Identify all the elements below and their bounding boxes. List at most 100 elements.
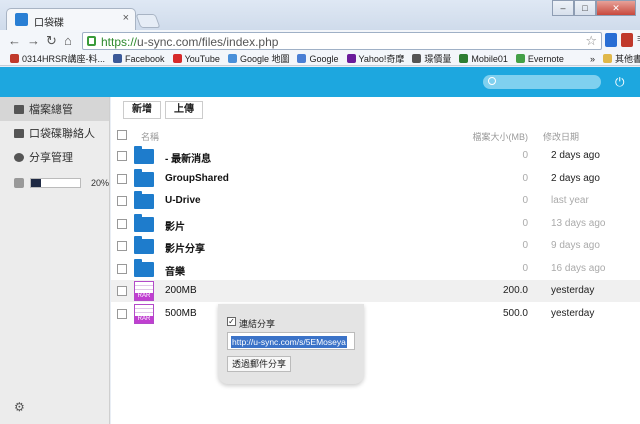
storage-usage-fill xyxy=(30,179,41,187)
extension-icon[interactable] xyxy=(621,33,633,47)
new-button[interactable]: 新增 xyxy=(123,101,161,119)
column-header-date[interactable]: 修改日期 xyxy=(543,130,579,143)
link-share-checkbox[interactable]: ✓ xyxy=(227,317,236,326)
sidebar-item-label: 分享管理 xyxy=(29,152,73,164)
extension-icons: ≡ xyxy=(605,33,640,47)
share-gear-icon xyxy=(14,152,24,162)
sidebar-item-share-management[interactable]: 分享管理 xyxy=(0,145,109,169)
file-name[interactable]: 200MB xyxy=(165,285,197,296)
sidebar-item-contacts[interactable]: 口袋碟聯絡人 xyxy=(0,121,109,145)
table-row[interactable]: 200MB 200.0 yesterday xyxy=(111,280,640,302)
bookmark-star-icon[interactable]: ☆ xyxy=(585,33,597,49)
tab-close-icon[interactable]: × xyxy=(123,12,129,24)
folder-icon xyxy=(602,54,612,63)
file-name[interactable]: - 最新消息 xyxy=(165,150,211,165)
back-icon[interactable]: ← xyxy=(8,33,21,48)
reload-icon[interactable]: ↻ xyxy=(46,33,57,49)
gear-icon[interactable]: ⚙ xyxy=(14,400,25,414)
bookmark-item[interactable]: 0314HRSR講座-料... xyxy=(10,52,105,65)
file-size: 500.0 xyxy=(502,308,528,319)
file-date: 2 days ago xyxy=(551,150,600,161)
row-checkbox[interactable] xyxy=(117,196,127,206)
document-icon xyxy=(412,54,422,63)
folder-icon xyxy=(134,169,154,187)
table-row[interactable]: - 最新消息 0 2 days ago xyxy=(111,145,640,167)
app-header: ⏻ xyxy=(0,67,640,97)
home-browser-icon[interactable]: ⌂ xyxy=(64,33,72,48)
home-icon xyxy=(14,104,24,114)
logout-power-icon[interactable]: ⏻ xyxy=(615,75,625,90)
address-bar[interactable]: https://u-sync.com/files/index.php ☆ xyxy=(82,32,602,50)
folder-icon xyxy=(134,191,154,209)
table-row[interactable]: GroupShared 0 2 days ago xyxy=(111,168,640,190)
file-name[interactable]: 影片 xyxy=(165,218,185,233)
file-name[interactable]: GroupShared xyxy=(165,173,229,184)
close-window-button[interactable]: ✕ xyxy=(596,0,636,16)
yahoo-icon xyxy=(346,54,356,63)
row-checkbox[interactable] xyxy=(117,264,127,274)
table-row[interactable]: 影片 0 13 days ago xyxy=(111,213,640,235)
bookmark-item[interactable]: Mobile01 xyxy=(459,54,508,64)
file-name[interactable]: U-Drive xyxy=(165,195,201,206)
select-all-checkbox[interactable] xyxy=(117,130,127,140)
bookmark-item[interactable]: Google 地圖 xyxy=(227,52,289,65)
file-name[interactable]: 500MB xyxy=(165,308,197,319)
bookmark-item[interactable]: Google xyxy=(297,54,339,64)
file-date: last year xyxy=(551,195,589,206)
bookmark-item[interactable]: Facebook xyxy=(113,54,165,64)
folder-icon xyxy=(134,259,154,277)
bookmark-item[interactable]: Yahoo!奇摩 xyxy=(346,52,404,65)
other-bookmarks[interactable]: 其他書籤 xyxy=(602,52,640,65)
table-row[interactable]: 500MB 500.0 yesterday xyxy=(111,303,640,325)
column-header-name[interactable]: 名稱 xyxy=(141,130,159,143)
minimize-button[interactable]: – xyxy=(552,0,574,16)
file-size: 0 xyxy=(522,173,528,184)
url-text[interactable]: https://u-sync.com/files/index.php xyxy=(101,35,278,49)
file-name[interactable]: 影片分享 xyxy=(165,240,205,255)
row-checkbox[interactable] xyxy=(117,151,127,161)
share-link-text[interactable]: http://u-sync.com/s/5EMoseya xyxy=(231,336,347,348)
bookmarks-bar: 0314HRSR講座-料... Facebook YouTube Google … xyxy=(0,52,640,66)
youtube-icon xyxy=(172,54,182,63)
table-row[interactable]: U-Drive 0 last year xyxy=(111,190,640,212)
maximize-button[interactable]: □ xyxy=(574,0,596,16)
share-link-field[interactable]: http://u-sync.com/s/5EMoseya xyxy=(227,332,355,350)
bookmarks-overflow-button[interactable]: » xyxy=(590,54,595,64)
folder-icon xyxy=(134,146,154,164)
bookmark-item[interactable]: 璟價量 xyxy=(412,52,451,65)
table-header: 名稱 檔案大小(MB) 修改日期 xyxy=(111,127,640,145)
share-by-email-button[interactable]: 透過郵件分享 xyxy=(227,356,292,372)
bookmark-favicon-icon xyxy=(10,54,19,63)
row-checkbox[interactable] xyxy=(117,309,127,319)
sidebar-item-file-manager[interactable]: 檔案總管 xyxy=(0,97,109,121)
storage-usage-percent: 20% xyxy=(90,178,109,188)
contacts-icon xyxy=(14,128,24,138)
rar-archive-icon xyxy=(134,281,154,301)
new-tab-button[interactable] xyxy=(135,14,161,28)
share-popup: ✓ 連結分享 http://u-sync.com/s/5EMoseya 透過郵件… xyxy=(218,304,364,384)
file-date: 2 days ago xyxy=(551,173,600,184)
row-checkbox[interactable] xyxy=(117,241,127,251)
table-row[interactable]: 音樂 0 16 days ago xyxy=(111,258,640,280)
file-browser: 新增 上傳 名稱 檔案大小(MB) 修改日期 - 最新消息 0 2 days a… xyxy=(111,97,640,424)
bookmark-item[interactable]: Evernote xyxy=(515,54,564,64)
bookmark-item[interactable]: YouTube xyxy=(172,54,220,64)
search-input[interactable] xyxy=(483,75,601,89)
column-header-size[interactable]: 檔案大小(MB) xyxy=(468,130,529,143)
row-checkbox[interactable] xyxy=(117,174,127,184)
extension-icon[interactable] xyxy=(605,33,617,47)
row-checkbox[interactable] xyxy=(117,219,127,229)
window-controls: – □ ✕ xyxy=(552,0,636,16)
file-date: 16 days ago xyxy=(551,263,606,274)
upload-button[interactable]: 上傳 xyxy=(165,101,203,119)
file-size: 0 xyxy=(522,263,528,274)
folder-icon xyxy=(134,214,154,232)
file-size: 0 xyxy=(522,150,528,161)
browser-tab[interactable]: 口袋碟 × xyxy=(6,8,136,30)
file-size: 0 xyxy=(522,240,528,251)
row-checkbox[interactable] xyxy=(117,286,127,296)
browser-toolbar: ← → ↻ ⌂ https://u-sync.com/files/index.p… xyxy=(0,30,640,52)
forward-icon[interactable]: → xyxy=(27,33,40,48)
file-name[interactable]: 音樂 xyxy=(165,263,185,278)
table-row[interactable]: 影片分享 0 9 days ago xyxy=(111,235,640,257)
